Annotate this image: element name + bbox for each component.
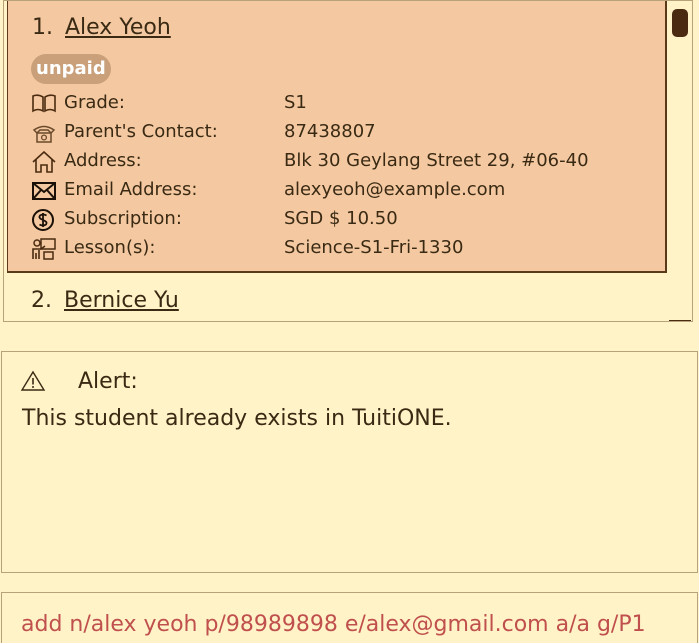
book-icon xyxy=(32,94,56,113)
alert-title: Alert: xyxy=(78,369,138,394)
student-index: 2. xyxy=(31,288,52,313)
lessons-value: Science-S1-Fri-1330 xyxy=(284,237,464,258)
alert-box: Alert: This student already exists in Tu… xyxy=(1,351,698,573)
lessons-label: Lesson(s): xyxy=(64,237,156,258)
address-row: Address: Blk 30 Geylang Street 29, #06-4… xyxy=(31,148,661,174)
scrollbar-end xyxy=(669,320,691,321)
warning-icon xyxy=(20,370,46,391)
command-box[interactable] xyxy=(1,592,698,643)
address-value: Blk 30 Geylang Street 29, #06-40 xyxy=(284,150,589,171)
lessons-row: Lesson(s): Science-S1-Fri-1330 xyxy=(31,235,661,261)
email-label: Email Address: xyxy=(64,179,198,200)
student-name: Bernice Yu xyxy=(64,288,179,313)
subscription-value: SGD $ 10.50 xyxy=(284,208,398,229)
student-card[interactable]: 2. Bernice Yu xyxy=(7,273,667,321)
grade-label: Grade: xyxy=(64,92,125,113)
student-card[interactable]: 1. Alex Yeoh unpaid Grade: S1 Parent's Co… xyxy=(7,1,667,273)
dollar-coin-icon xyxy=(32,209,54,231)
home-icon xyxy=(32,151,56,173)
parent-contact-value: 87438807 xyxy=(284,121,376,142)
student-name: Alex Yeoh xyxy=(65,15,171,40)
subscription-label: Subscription: xyxy=(64,208,182,229)
scrollbar-thumb[interactable] xyxy=(672,9,688,37)
payment-status-badge: unpaid xyxy=(31,54,111,84)
grade-value: S1 xyxy=(284,92,307,113)
parent-contact-label: Parent's Contact: xyxy=(64,121,218,142)
student-card-title: 2. Bernice Yu xyxy=(31,288,179,313)
subscription-row: Subscription: SGD $ 10.50 xyxy=(31,206,661,232)
phone-icon xyxy=(32,125,56,143)
envelope-icon xyxy=(32,182,56,200)
list-scrollbar[interactable] xyxy=(669,1,691,321)
address-label: Address: xyxy=(64,150,142,171)
alert-message: This student already exists in TuitiONE. xyxy=(22,406,452,431)
email-value: alexyeoh@example.com xyxy=(284,179,506,200)
parent-contact-row: Parent's Contact: 87438807 xyxy=(31,119,661,145)
teacher-icon xyxy=(32,238,56,260)
student-list-panel[interactable]: 1. Alex Yeoh unpaid Grade: S1 Parent's Co… xyxy=(3,0,693,322)
student-index: 1. xyxy=(32,15,53,40)
command-input[interactable] xyxy=(2,593,697,643)
grade-row: Grade: S1 xyxy=(31,90,661,116)
student-card-title: 1. Alex Yeoh xyxy=(32,15,171,40)
email-row: Email Address: alexyeoh@example.com xyxy=(31,177,661,203)
